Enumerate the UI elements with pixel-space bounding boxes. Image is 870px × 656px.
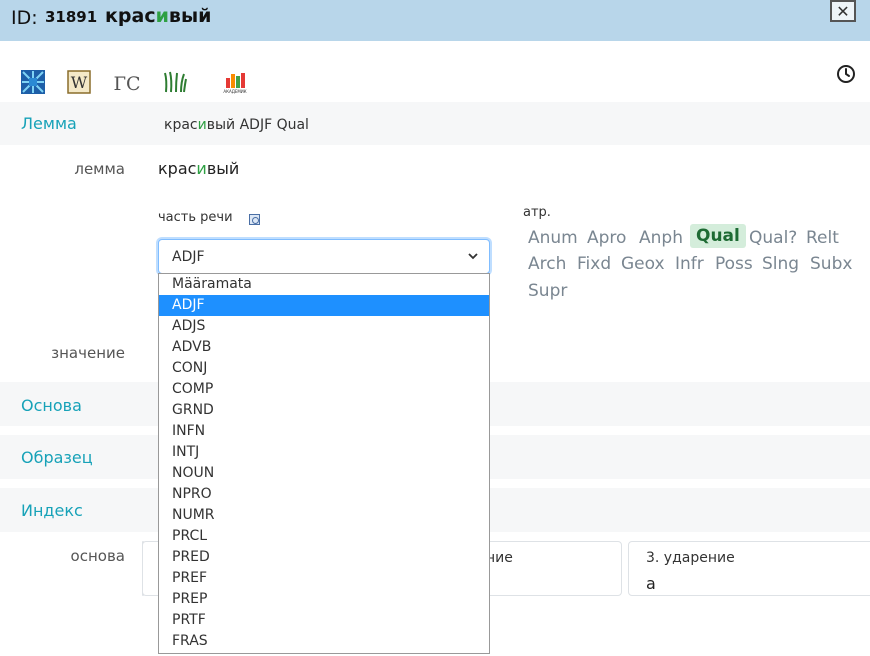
index-section-title[interactable]: Индекс [21,501,83,520]
attr-tag[interactable]: Infr [675,254,704,274]
lemma-summary: красивый ADJF Qual [164,117,309,133]
pos-option[interactable]: PRTF [159,610,489,631]
svg-text:ГС: ГС [113,73,140,94]
chevron-down-icon [468,253,478,260]
pos-select-value: ADJF [172,249,205,265]
pos-option[interactable]: PRCL [159,526,489,547]
attr-label: атр. [523,205,551,220]
attr-tag[interactable]: Apro [587,228,626,248]
lemma-label: лемма [74,160,125,178]
dictionary-grid-icon[interactable] [21,70,45,94]
grass-logo-icon[interactable] [163,70,187,94]
pos-option[interactable]: ADJF [159,295,489,316]
card-2-title: ние [486,550,513,566]
attr-tag[interactable]: Supr [528,281,567,301]
pos-dropdown-list: Määramata ADJF ADJS ADVB CONJ COMP GRND INFN INT… [158,273,490,654]
znachenie-label: значение [51,344,125,362]
history-clock-icon[interactable] [836,64,856,84]
pos-option[interactable]: PREP [159,589,489,610]
attr-tag[interactable]: Anph [639,228,683,248]
card-3-value[interactable]: а [646,574,656,593]
id-label: ID: [11,7,38,29]
info-icon[interactable] [249,214,260,225]
lemma-section-title[interactable]: Лемма [21,114,77,133]
card-3: 3. ударение а [628,541,870,596]
attr-tag[interactable]: Arch [528,254,566,274]
pos-option[interactable]: FRAS [159,631,489,652]
attr-tag[interactable]: Anum [528,228,578,248]
osnova-label: основа [70,547,125,565]
attr-tag[interactable]: Fixd [577,254,611,274]
attr-tag[interactable]: Poss [715,254,753,274]
id-number: 31891 [45,8,98,26]
pos-select[interactable]: ADJF [158,239,490,274]
attr-tag[interactable]: Qual? [749,228,797,248]
title-bar: ID: 31891 красивый ✕ [0,0,870,41]
pos-label: часть речи [158,210,233,225]
osnova-section-title[interactable]: Основа [21,396,82,415]
close-button[interactable]: ✕ [830,0,856,22]
attr-tag[interactable]: Subx [810,254,852,274]
pos-option[interactable]: Määramata [159,274,489,295]
attr-tag[interactable]: Relt [806,228,839,248]
attr-tag[interactable]: Slng [762,254,799,274]
obrazec-section-title[interactable]: Образец [21,448,93,467]
pos-option[interactable]: PREF [159,568,489,589]
card-3-title: 3. ударение [646,550,735,566]
attr-tag[interactable]: Qual [690,224,746,248]
pos-option[interactable]: INFN [159,421,489,442]
pos-option[interactable]: ADVB [159,337,489,358]
attr-tag[interactable]: Geox [621,254,665,274]
pos-option[interactable]: INTJ [159,442,489,463]
svg-text:АКАДЕМИК: АКАДЕМИК [223,89,246,94]
pos-option[interactable]: NOUN [159,463,489,484]
akademik-icon[interactable]: АКАДЕМИК [220,70,250,94]
pos-option[interactable]: GRND [159,400,489,421]
pos-option[interactable]: NPRO [159,484,489,505]
gc-icon[interactable]: ГС [113,70,141,94]
wikipedia-icon[interactable]: W [67,70,91,94]
lemma-section-band [0,102,870,145]
svg-text:W: W [71,73,88,92]
pos-option[interactable]: CONJ [159,358,489,379]
lemma-value: красивый [158,159,240,178]
pos-option[interactable]: COMP [159,379,489,400]
pos-option[interactable]: PRED [159,547,489,568]
pos-option[interactable]: NUMR [159,505,489,526]
word-title: красивый [105,5,212,27]
pos-option[interactable]: ADJS [159,316,489,337]
